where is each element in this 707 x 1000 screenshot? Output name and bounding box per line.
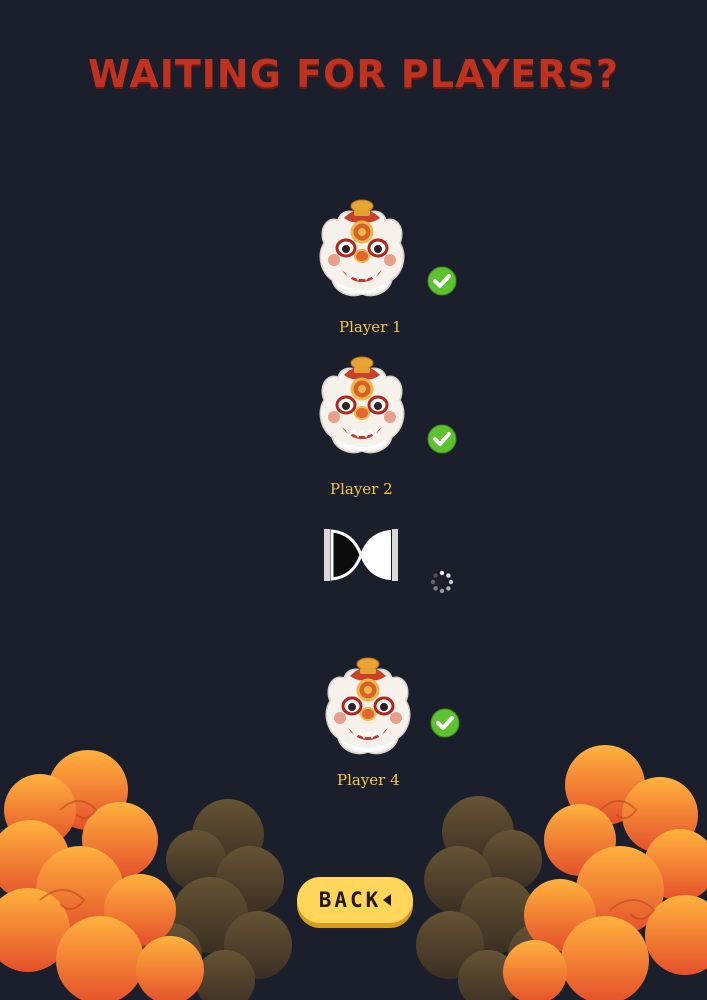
lion-dance-head-icon bbox=[318, 198, 406, 297]
triangle-left-icon bbox=[383, 894, 392, 906]
back-button-label: BACK bbox=[318, 888, 382, 912]
ready-check-icon bbox=[427, 424, 457, 454]
ready-check-icon bbox=[430, 708, 460, 738]
lion-dance-head-icon bbox=[318, 355, 406, 454]
player-name: Player 2 bbox=[330, 480, 393, 498]
empty-seat-icon bbox=[324, 529, 398, 581]
back-button[interactable]: BACK bbox=[297, 877, 413, 923]
loading-spinner-icon bbox=[430, 570, 454, 594]
player-name: Player 1 bbox=[339, 318, 402, 336]
ready-check-icon bbox=[427, 266, 457, 296]
decorative-clouds bbox=[0, 745, 707, 1000]
page-title: WAITING FOR PLAYERS? bbox=[88, 52, 619, 96]
